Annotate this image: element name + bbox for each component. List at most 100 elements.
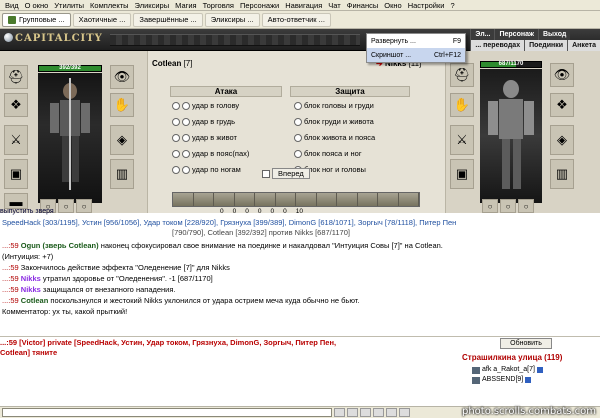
chat-nick[interactable]: Ogun (зверь Cotlean) <box>21 241 99 250</box>
pants-slot[interactable]: ▥ <box>110 159 134 189</box>
participant[interactable]: Зоргыч [78/1118], <box>358 218 417 227</box>
online-user[interactable]: afk a_Rakot_a[7] <box>472 365 600 375</box>
weapon-slot[interactable]: ⚔ <box>450 125 474 155</box>
chat-nick[interactable]: Nikks <box>21 274 41 283</box>
menu-item-window[interactable]: О окно <box>22 1 52 10</box>
ring-slot-3[interactable]: ○ <box>76 199 92 213</box>
send-icon[interactable] <box>334 408 345 417</box>
radio[interactable] <box>294 117 302 126</box>
right-avatar[interactable] <box>480 69 542 203</box>
attack-row[interactable]: удар в живот <box>172 131 237 144</box>
forward-button[interactable]: Вперед <box>272 168 310 179</box>
menu-item-view[interactable]: Вид <box>2 1 22 10</box>
helmet-slot[interactable]: ⛑ <box>450 63 474 87</box>
chat-input[interactable] <box>2 408 332 417</box>
belt-slot[interactable]: ▬ <box>4 193 28 209</box>
shield-slot[interactable]: ◈ <box>110 125 134 155</box>
nav-transfers[interactable]: ... переводах <box>470 40 525 51</box>
gloves-slot[interactable]: ✋ <box>450 93 474 117</box>
ring-slot-2[interactable]: ○ <box>500 199 516 213</box>
participant[interactable]: Питер Пен <box>419 218 456 227</box>
radio[interactable] <box>172 117 180 126</box>
eye-slot[interactable]: 👁 <box>110 65 134 89</box>
tab-group-battles[interactable]: Групповые ... <box>2 12 71 27</box>
radio[interactable] <box>294 101 302 110</box>
amulet-slot[interactable]: ❖ <box>550 93 574 117</box>
eye-slot[interactable]: 👁 <box>550 63 574 87</box>
dropdown-item-screenshot[interactable]: Скриншот ... Ctrl+F12 <box>367 48 465 62</box>
spell-icon[interactable] <box>398 193 419 206</box>
spell-icon[interactable] <box>234 193 255 206</box>
attack-row[interactable]: удар в грудь <box>172 115 235 128</box>
nav-duels[interactable]: Поединки <box>524 40 568 51</box>
info-icon[interactable] <box>525 377 532 383</box>
chat-nick[interactable]: Nikks <box>21 285 41 294</box>
refresh-button[interactable]: Обновить <box>500 338 552 349</box>
defense-row[interactable]: блок пояса и ног <box>294 147 362 160</box>
participant[interactable]: Грязнуха [399/389], <box>220 218 286 227</box>
defense-row[interactable]: блок груди и живота <box>294 115 374 128</box>
radio[interactable] <box>182 149 190 158</box>
spell-icon[interactable] <box>193 193 214 206</box>
translit-icon[interactable] <box>386 408 397 417</box>
radio[interactable] <box>172 101 180 110</box>
participant[interactable]: Устин [956/1056], <box>82 218 141 227</box>
gloves-slot[interactable]: ✋ <box>110 93 134 117</box>
radio[interactable] <box>182 165 190 174</box>
amulet-slot[interactable]: ❖ <box>4 93 28 117</box>
nav-elixirs[interactable]: Эл... <box>470 29 495 40</box>
spell-icon[interactable] <box>296 193 317 206</box>
online-user[interactable]: ABSSEND[9] <box>472 375 600 385</box>
shield-slot[interactable]: ◈ <box>550 125 574 155</box>
chat-nick[interactable]: Cotlean <box>21 296 49 305</box>
forward-checkbox[interactable] <box>262 169 270 178</box>
radio[interactable] <box>172 133 180 142</box>
info-icon[interactable] <box>536 367 543 373</box>
attack-row[interactable]: удар по ногам <box>172 163 241 176</box>
menu-item-utilities[interactable]: Утилиты <box>51 1 87 10</box>
menu-item-window2[interactable]: Окно <box>381 1 404 10</box>
armor-slot[interactable]: ▣ <box>450 159 474 189</box>
radio[interactable] <box>294 133 302 142</box>
defense-row[interactable]: блок головы и груди <box>294 99 374 112</box>
radio[interactable] <box>294 149 302 158</box>
spell-icon[interactable] <box>316 193 337 206</box>
menu-item-magic[interactable]: Магия <box>172 1 200 10</box>
participant[interactable]: SpeedHack [303/1195], <box>2 218 80 227</box>
tab-auto-reply[interactable]: Авто-ответчик ... <box>261 12 331 27</box>
ring-slot-3[interactable]: ○ <box>518 199 534 213</box>
radio[interactable] <box>172 165 180 174</box>
nav-character[interactable]: Персонаж <box>494 29 538 40</box>
menu-item-characters[interactable]: Персонажи <box>237 1 282 10</box>
tab-finished-battles[interactable]: Завершённые ... <box>133 12 203 27</box>
menu-item-finance[interactable]: Финансы <box>344 1 382 10</box>
radio[interactable] <box>182 133 190 142</box>
user-name[interactable]: ABSSEND[9] <box>482 375 523 385</box>
tab-elixirs[interactable]: Эликсиры ... <box>204 12 260 27</box>
ring-slot-1[interactable]: ○ <box>482 199 498 213</box>
clear-icon[interactable] <box>360 408 371 417</box>
filter-icon[interactable] <box>373 408 384 417</box>
defense-row[interactable]: блок живота и пояса <box>294 131 375 144</box>
radio[interactable] <box>182 101 190 110</box>
menu-item-chat[interactable]: Чат <box>325 1 343 10</box>
user-name[interactable]: afk a_Rakot_a[7] <box>482 365 535 375</box>
spell-icon[interactable] <box>337 193 358 206</box>
left-player-name[interactable]: Cotlean <box>152 59 181 68</box>
participant[interactable]: Удар током [228/920], <box>143 218 218 227</box>
pants-slot[interactable]: ▥ <box>550 159 574 189</box>
spell-icon[interactable] <box>173 193 194 206</box>
ring-slot-2[interactable]: ○ <box>58 199 74 213</box>
helmet-slot[interactable]: ⛑ <box>4 65 28 89</box>
menu-item-settings[interactable]: Настройки <box>405 1 448 10</box>
armor-slot[interactable]: ▣ <box>4 159 28 189</box>
participant[interactable]: DimonG [618/1071], <box>289 218 356 227</box>
menu-item-elixirs[interactable]: Эликсиры <box>132 1 173 10</box>
dropdown-item-expand[interactable]: Развернуть ... F9 <box>367 34 465 48</box>
menu-item-help[interactable]: ? <box>447 1 457 10</box>
smile-icon[interactable] <box>347 408 358 417</box>
spell-icon[interactable] <box>214 193 235 206</box>
attack-row[interactable]: удар в пояс(пах) <box>172 147 249 160</box>
unleash-beast-link[interactable]: выпустить зверя <box>0 208 54 215</box>
left-avatar[interactable] <box>38 73 102 203</box>
